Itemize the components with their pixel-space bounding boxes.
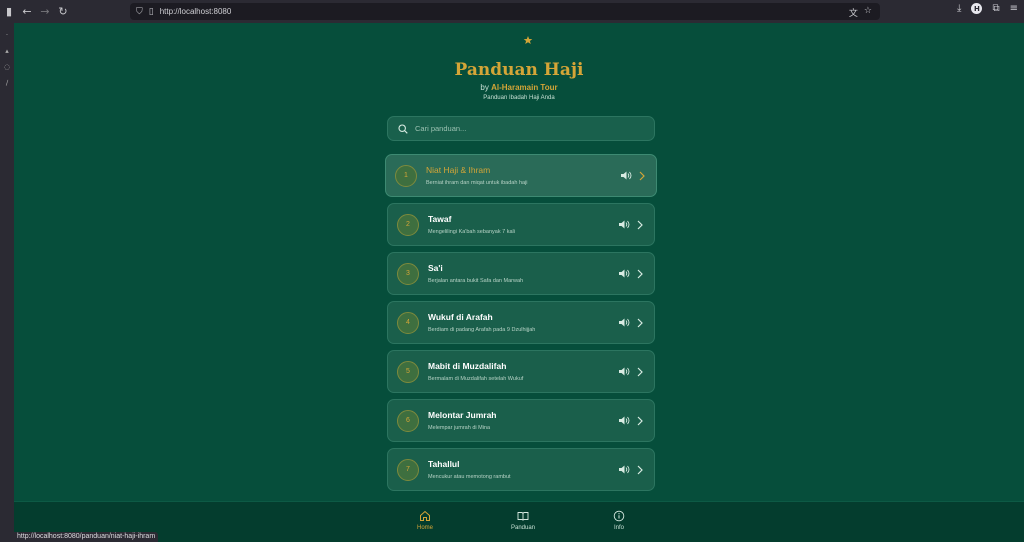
- status-bar-url: http://localhost:8080/panduan/niat-haji-…: [14, 532, 159, 542]
- audio-speaker-icon[interactable]: [617, 414, 630, 427]
- address-bar[interactable]: ⛉ ▯ http://localhost:8080 文 ☆: [130, 3, 880, 20]
- guide-item-title: Mabit di Muzdalifah: [428, 361, 507, 371]
- guide-item-title: Tawaf: [428, 214, 452, 224]
- search-input[interactable]: [415, 124, 645, 133]
- chevron-right-icon: [637, 318, 643, 327]
- browser-sidebar: ⋅ ▴ ◌ ∕: [0, 23, 14, 542]
- search-icon: [398, 123, 408, 134]
- guide-item-description: Berjalan antara bukit Safa dan Marwah: [428, 278, 524, 284]
- guide-item-niat-haji-ihram[interactable]: 1 Niat Haji & Ihram Berniat ihram dan mi…: [385, 154, 657, 197]
- nav-panduan-label: Panduan: [510, 525, 536, 531]
- page-title: Panduan Haji: [454, 60, 584, 80]
- guide-item-title: Tahallul: [428, 459, 460, 469]
- chevron-right-icon: [637, 465, 643, 474]
- guide-item-mabit-di-muzdalifah[interactable]: 5 Mabit di Muzdalifah Bermalam di Muzdal…: [387, 350, 655, 393]
- download-icon[interactable]: ⤓: [957, 3, 961, 14]
- guide-item-title: Melontar Jumrah: [428, 410, 497, 420]
- nav-home-label: Home: [416, 525, 433, 531]
- nav-panduan[interactable]: Panduan: [493, 510, 553, 531]
- nav-info[interactable]: Info: [589, 510, 649, 531]
- guide-item-tawaf[interactable]: 2 Tawaf Mengelilingi Ka'bah sebanyak 7 k…: [387, 203, 655, 246]
- step-number-badge: 7: [397, 458, 419, 481]
- bookmark-star-icon[interactable]: ☆: [864, 6, 872, 19]
- guide-item-description: Bermalam di Muzdalifah setelah Wukuf: [428, 376, 524, 382]
- chevron-right-icon: [637, 269, 643, 278]
- bottom-navigation: Home Panduan Info: [14, 501, 1024, 542]
- profile-avatar-icon[interactable]: H: [971, 3, 983, 14]
- audio-speaker-icon[interactable]: [619, 169, 632, 182]
- guide-item-wukuf-di-arafah[interactable]: 4 Wukuf di Arafah Berdiam di padang Araf…: [387, 301, 655, 344]
- audio-speaker-icon[interactable]: [617, 316, 630, 329]
- crescent-star-icon: [512, 29, 533, 51]
- nav-home[interactable]: Home: [395, 510, 455, 531]
- sidebar-icon[interactable]: ▴: [0, 47, 14, 55]
- reload-icon[interactable]: ↻: [54, 3, 72, 21]
- step-number-badge: 4: [397, 311, 419, 334]
- guide-item-title: Sa'i: [428, 263, 443, 273]
- chevron-right-icon: [637, 416, 643, 425]
- book-icon: [517, 512, 529, 521]
- guide-item-tahallul[interactable]: 7 Tahallul Mencukur atau memotong rambut: [387, 448, 655, 491]
- sidebar-icon[interactable]: ∕: [0, 79, 14, 87]
- url-text: http://localhost:8080: [159, 7, 232, 16]
- info-icon: [613, 510, 625, 522]
- chevron-right-icon: [639, 171, 645, 180]
- byline-prefix: by: [480, 83, 489, 92]
- search-bar[interactable]: [387, 116, 655, 141]
- page-icon: ▯: [148, 6, 154, 17]
- browser-toolbar: ▮ ← → ↻ ⛉ ▯ http://localhost:8080 文 ☆ ⤓ …: [0, 0, 1024, 23]
- sidebar-toggle-icon[interactable]: ▮: [0, 3, 18, 21]
- guide-item-sai[interactable]: 3 Sa'i Berjalan antara bukit Safa dan Ma…: [387, 252, 655, 295]
- sidebar-icon[interactable]: ◌: [0, 63, 14, 71]
- audio-speaker-icon[interactable]: [617, 218, 630, 231]
- app-root: Panduan Haji by Al-Haramain Tour Panduan…: [14, 23, 1024, 542]
- step-number-badge: 2: [397, 213, 419, 236]
- forward-icon[interactable]: →: [36, 3, 54, 21]
- audio-speaker-icon[interactable]: [617, 267, 630, 280]
- guide-item-description: Melempar jumrah di Mina: [428, 425, 491, 431]
- guide-item-description: Berniat ihram dan miqat untuk ibadah haj…: [426, 180, 528, 186]
- step-number-badge: 5: [397, 360, 419, 383]
- guide-item-description: Mengelilingi Ka'bah sebanyak 7 kali: [428, 229, 515, 235]
- brand-name: Al-Haramain Tour: [491, 83, 558, 92]
- sidebar-icon[interactable]: ⋅: [0, 31, 14, 39]
- guide-item-title: Wukuf di Arafah: [428, 312, 493, 322]
- step-number-badge: 6: [397, 409, 419, 432]
- back-icon[interactable]: ←: [18, 3, 36, 21]
- page-subtitle: Panduan Ibadah Haji Anda: [483, 95, 555, 101]
- step-number-badge: 3: [397, 262, 419, 285]
- nav-info-label: Info: [613, 525, 624, 531]
- byline: by Al-Haramain Tour: [14, 83, 1024, 92]
- extensions-icon[interactable]: ⧉: [992, 3, 999, 14]
- audio-speaker-icon[interactable]: [617, 365, 630, 378]
- menu-icon[interactable]: ≡: [1010, 3, 1018, 14]
- shield-icon: ⛉: [136, 6, 143, 17]
- guide-item-title: Niat Haji & Ihram: [426, 165, 491, 175]
- chevron-right-icon: [637, 367, 643, 376]
- step-number-badge: 1: [395, 164, 417, 187]
- guide-item-description: Berdiam di padang Arafah pada 9 Dzulhijj…: [428, 327, 536, 333]
- translate-icon[interactable]: 文: [849, 6, 858, 19]
- audio-speaker-icon[interactable]: [617, 463, 630, 476]
- guide-item-melontar-jumrah[interactable]: 6 Melontar Jumrah Melempar jumrah di Min…: [387, 399, 655, 442]
- guide-list: 1 Niat Haji & Ihram Berniat ihram dan mi…: [385, 154, 657, 497]
- chevron-right-icon: [637, 220, 643, 229]
- guide-item-description: Mencukur atau memotong rambut: [428, 474, 511, 480]
- home-icon: [420, 510, 430, 521]
